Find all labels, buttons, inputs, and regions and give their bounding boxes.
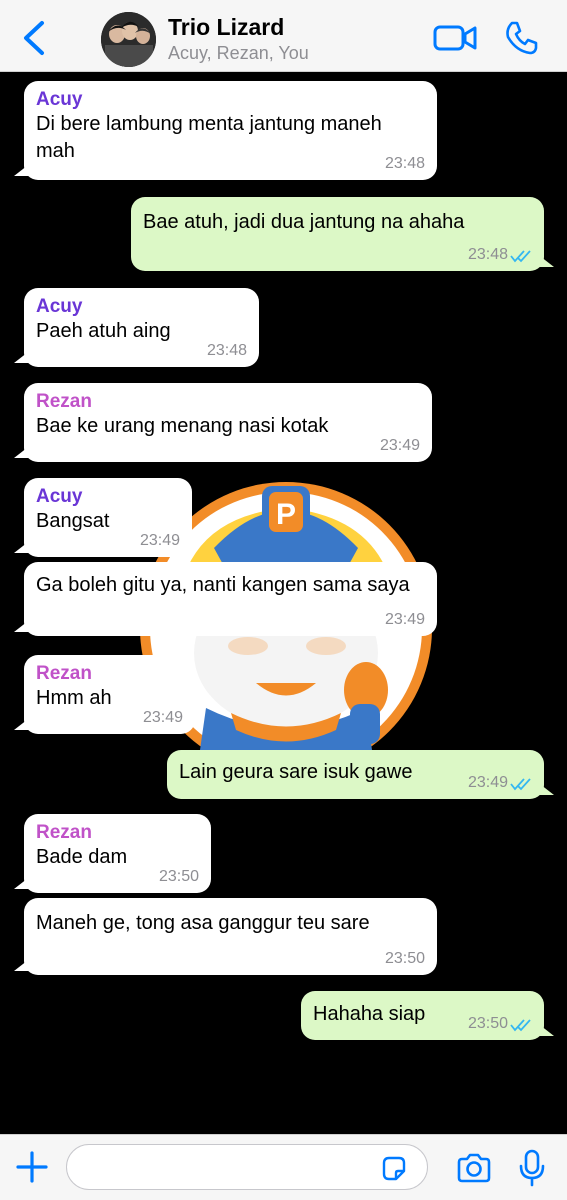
sender-name[interactable]: Rezan (36, 822, 199, 844)
sender-name[interactable]: Acuy (36, 486, 180, 508)
message-time: 23:49 (379, 437, 420, 454)
message-time: 23:49 (139, 532, 180, 549)
message-bubble-incoming[interactable]: Rezan Hmm ah 23:49 (24, 655, 195, 734)
message-bubble-incoming[interactable]: Acuy Paeh atuh aing 23:48 (24, 288, 259, 367)
sender-name[interactable]: Acuy (36, 296, 247, 318)
message-bubble-incoming[interactable]: Acuy Bangsat 23:49 (24, 478, 192, 557)
message-text: Bade dam (36, 846, 128, 868)
microphone-icon[interactable] (518, 1149, 546, 1187)
plus-icon[interactable] (16, 1151, 48, 1183)
message-input[interactable] (66, 1144, 428, 1190)
message-text: Bangsat (36, 510, 110, 532)
message-time: 23:49 (467, 774, 508, 791)
group-avatar[interactable] (101, 12, 156, 67)
message-list[interactable]: P Acuy Di bere lambung menta jantung man… (0, 72, 567, 1134)
camera-icon[interactable] (456, 1153, 492, 1183)
chat-header: Trio Lizard Acuy, Rezan, You (0, 0, 567, 72)
sticker-icon[interactable] (380, 1155, 408, 1183)
read-receipt-icon (510, 778, 531, 791)
message-time: 23:50 (384, 950, 425, 967)
message-composer (0, 1134, 567, 1200)
message-time: 23:48 (384, 155, 425, 172)
message-bubble-incoming[interactable]: Maneh ge, tong asa ganggur teu sare 23:5… (24, 898, 437, 975)
message-text: Maneh ge, tong asa ganggur teu sare (36, 912, 370, 934)
message-bubble-incoming[interactable]: Acuy Di bere lambung menta jantung maneh… (24, 81, 437, 180)
message-bubble-outgoing[interactable]: Bae atuh, jadi dua jantung na ahaha 23:4… (131, 197, 544, 271)
sender-name[interactable]: Acuy (36, 89, 425, 111)
group-photo-icon (101, 12, 156, 67)
message-text: Paeh atuh aing (36, 320, 171, 342)
read-receipt-icon (510, 250, 531, 263)
message-time: 23:50 (467, 1015, 508, 1032)
sticker-badge-letter: P (276, 498, 296, 531)
message-bubble-outgoing[interactable]: Lain geura sare isuk gawe 23:49 (167, 750, 544, 799)
message-text: Di bere lambung menta jantung maneh mah (36, 113, 382, 162)
message-bubble-incoming[interactable]: Rezan Bae ke urang menang nasi kotak 23:… (24, 383, 432, 462)
message-text: Ga boleh gitu ya, nanti kangen sama saya (36, 574, 410, 596)
message-bubble-incoming[interactable]: Rezan Bade dam 23:50 (24, 814, 211, 893)
message-bubble-outgoing[interactable]: Hahaha siap 23:50 (301, 991, 544, 1040)
message-time: 23:48 (206, 342, 247, 359)
sender-name[interactable]: Rezan (36, 663, 183, 685)
message-bubble-incoming[interactable]: Ga boleh gitu ya, nanti kangen sama saya… (24, 562, 437, 636)
message-text: Hmm ah (36, 687, 112, 709)
chat-title[interactable]: Trio Lizard (168, 14, 284, 41)
message-time: 23:49 (384, 611, 425, 628)
message-text: Bae atuh, jadi dua jantung na ahaha (143, 211, 465, 233)
back-chevron-icon[interactable] (20, 20, 50, 56)
message-time: 23:49 (142, 709, 183, 726)
voice-call-icon[interactable] (503, 20, 539, 56)
message-time: 23:50 (158, 868, 199, 885)
chat-participants[interactable]: Acuy, Rezan, You (168, 43, 309, 64)
sender-name[interactable]: Rezan (36, 391, 420, 413)
read-receipt-icon (510, 1019, 531, 1032)
video-call-icon[interactable] (433, 22, 477, 54)
message-time: 23:48 (467, 246, 508, 263)
message-text: Bae ke urang menang nasi kotak (36, 415, 329, 437)
